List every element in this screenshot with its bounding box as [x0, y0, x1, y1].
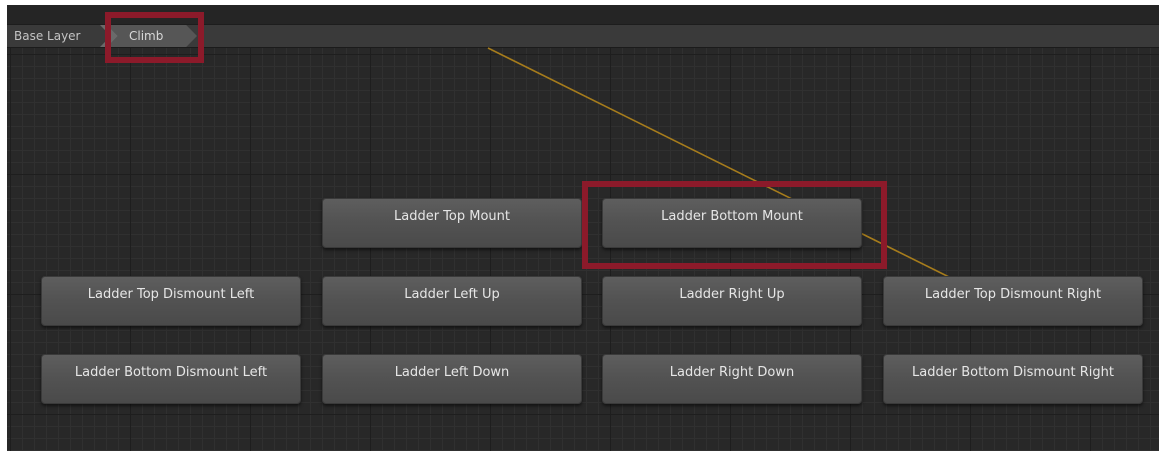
breadcrumb-base-layer[interactable]: Base Layer [7, 25, 107, 47]
state-ladder-right-up[interactable]: Ladder Right Up [602, 276, 862, 326]
state-ladder-right-down[interactable]: Ladder Right Down [602, 354, 862, 404]
animator-window: Base Layer Climb Ladder Top Mount Ladder… [7, 5, 1159, 451]
state-ladder-bottom-mount[interactable]: Ladder Bottom Mount [602, 198, 862, 248]
state-ladder-left-down[interactable]: Ladder Left Down [322, 354, 582, 404]
state-ladder-bottom-dismount-left[interactable]: Ladder Bottom Dismount Left [41, 354, 301, 404]
state-ladder-bottom-dismount-right[interactable]: Ladder Bottom Dismount Right [883, 354, 1143, 404]
window-top-strip [7, 5, 1159, 25]
state-ladder-top-dismount-left[interactable]: Ladder Top Dismount Left [41, 276, 301, 326]
breadcrumb: Base Layer Climb [7, 25, 1159, 48]
state-ladder-top-mount[interactable]: Ladder Top Mount [322, 198, 582, 248]
state-ladder-left-up[interactable]: Ladder Left Up [322, 276, 582, 326]
state-ladder-top-dismount-right[interactable]: Ladder Top Dismount Right [883, 276, 1143, 326]
breadcrumb-climb[interactable]: Climb [107, 25, 197, 47]
